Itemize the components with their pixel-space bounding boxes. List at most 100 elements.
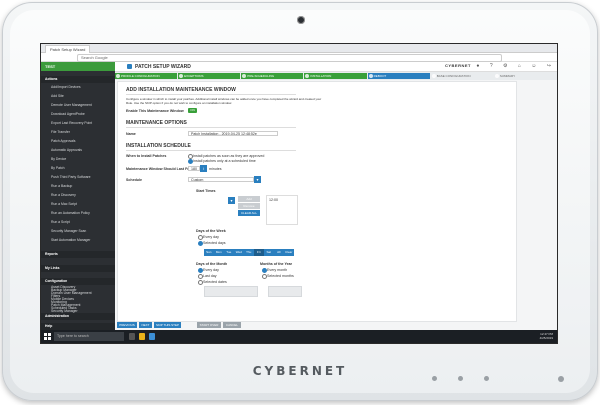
- when-label: When to Install Patches: [126, 154, 167, 158]
- next-button[interactable]: NEXT: [139, 322, 152, 328]
- wizard-step[interactable]: EXCEPTIONS: [178, 73, 241, 79]
- start-time-entry[interactable]: 12:00: [269, 198, 278, 202]
- step-indicator-icon: [368, 74, 373, 78]
- windows-start-icon[interactable]: [44, 333, 51, 340]
- step-indicator-icon: [305, 74, 310, 78]
- sidebar-action-item[interactable]: Start Automation Manager: [51, 238, 90, 243]
- cancel-button[interactable]: CANCEL: [223, 322, 241, 328]
- user-icon[interactable]: ☺: [531, 63, 536, 69]
- file-explorer-icon[interactable]: [139, 333, 145, 340]
- my-selected-text: Selected months: [267, 274, 294, 278]
- wizard-step-label: BASE CONFIGURATION: [436, 74, 471, 78]
- logout-icon[interactable]: ↪: [547, 63, 551, 69]
- sidebar-section-my-links[interactable]: My Links: [41, 265, 115, 272]
- hardware-button[interactable]: [432, 376, 437, 381]
- day-button[interactable]: Fri: [254, 249, 264, 256]
- page-header: PATCH SETUP WIZARD CYBERNET ● ? ⚙ ⌂ ☺ ↪: [115, 62, 557, 72]
- my-every-text: Every month: [267, 268, 288, 272]
- sidebar-logo[interactable]: TEST: [41, 62, 115, 71]
- wizard-step[interactable]: SUMMARY: [494, 73, 556, 79]
- browser-tab[interactable]: Patch Setup Wizard: [45, 45, 91, 53]
- sidebar-action-item[interactable]: Push Third Party Software: [51, 175, 91, 180]
- remove-time-button[interactable]: Remove: [238, 203, 260, 209]
- sidebar-action-item[interactable]: Run a Backup: [51, 184, 72, 189]
- sidebar-action-item[interactable]: Demote User Management: [51, 103, 92, 108]
- hardware-button[interactable]: [484, 376, 489, 381]
- screen: Patch Setup Wizard Search Google TEST Ac…: [40, 43, 558, 344]
- day-button[interactable]: Tue: [224, 249, 234, 256]
- taskbar-search[interactable]: Type here to search: [54, 332, 124, 341]
- browser-tab-strip: Patch Setup Wizard: [41, 44, 557, 53]
- hardware-button[interactable]: [458, 376, 463, 381]
- sidebar-section-reports[interactable]: Reports: [41, 251, 115, 258]
- enable-toggle[interactable]: ON: [188, 108, 197, 113]
- wizard-step[interactable]: PROFILE CONFIGURATION: [115, 73, 178, 79]
- schedule-select[interactable]: Custom: [188, 177, 254, 182]
- wizard-step-label: PRE-SCHEDULING: [247, 74, 275, 78]
- sidebar-action-item[interactable]: Export Last Recovery Point: [51, 121, 92, 126]
- browser-icon[interactable]: [149, 333, 155, 340]
- sidebar-action-item[interactable]: Run an Automation Policy: [51, 211, 90, 216]
- sidebar-action-item[interactable]: Run a Discovery: [51, 193, 76, 198]
- add-time-button[interactable]: Add: [238, 196, 260, 202]
- every-day-text: Every day: [203, 235, 219, 239]
- sidebar-action-item[interactable]: Run a Script: [51, 220, 70, 225]
- skip-step-button[interactable]: SKIP THIS STEP: [154, 322, 181, 328]
- day-button[interactable]: Sat: [264, 249, 274, 256]
- power-button[interactable]: [558, 376, 564, 382]
- start-over-button[interactable]: START OVER: [197, 322, 221, 328]
- sidebar-section-actions[interactable]: Actions: [41, 76, 115, 83]
- sidebar-section-administration[interactable]: Administration: [41, 313, 115, 320]
- when-scheduled-text: Install patches only at a scheduled time: [193, 159, 256, 163]
- sidebar-action-item[interactable]: Add Site: [51, 94, 64, 99]
- time-picker-button[interactable]: ▾: [228, 197, 235, 204]
- wizard-step[interactable]: PRE-SCHEDULING: [241, 73, 304, 79]
- wizard-content: ADD INSTALLATION MAINTENANCE WINDOW Conf…: [117, 81, 517, 322]
- sidebar-action-item[interactable]: Automatic Approvals: [51, 148, 82, 153]
- day-button[interactable]: Wed: [234, 249, 244, 256]
- sidebar-section-help[interactable]: Help: [41, 323, 115, 330]
- previous-button[interactable]: PREVIOUS: [117, 322, 137, 328]
- task-view-icon[interactable]: [129, 333, 135, 340]
- wizard-step[interactable]: REBOOT: [367, 73, 430, 79]
- wizard-footer: PREVIOUS NEXT SKIP THIS STEP START OVER …: [117, 321, 515, 329]
- duration-field[interactable]: 180: [188, 166, 200, 171]
- wizard-step[interactable]: BASE CONFIGURATION: [431, 73, 493, 79]
- sidebar-action-item[interactable]: Security Manager Scan: [51, 229, 86, 234]
- sidebar-action-item[interactable]: Run a Mac Script: [51, 202, 77, 207]
- days-of-month-label: Days of the Month: [196, 262, 228, 266]
- day-button[interactable]: Clear: [284, 249, 294, 256]
- start-times-list[interactable]: 12:00: [266, 195, 298, 225]
- wizard-step-label: INSTALLATION: [310, 74, 332, 78]
- name-label: Name: [126, 132, 136, 136]
- sidebar-action-item[interactable]: Download AgentProbe: [51, 112, 85, 117]
- sidebar-action-item[interactable]: By Device: [51, 157, 66, 162]
- sidebar-action-item[interactable]: File Transfer: [51, 130, 70, 135]
- tray-date: 4/25/2019: [539, 336, 553, 340]
- day-button[interactable]: Sun: [204, 249, 214, 256]
- gear-icon[interactable]: ⚙: [503, 63, 507, 69]
- day-button[interactable]: All: [274, 249, 284, 256]
- duration-stepper[interactable]: ↕: [200, 165, 207, 172]
- clear-all-times-button[interactable]: CLEAR ALL: [238, 210, 260, 216]
- section-title: ADD INSTALLATION MAINTENANCE WINDOW: [126, 87, 236, 93]
- wizard-step[interactable]: INSTALLATION: [304, 73, 367, 79]
- day-button[interactable]: Thu: [244, 249, 254, 256]
- home-icon[interactable]: ⌂: [518, 63, 521, 69]
- browser-address-bar: Search Google: [41, 53, 557, 62]
- step-indicator-icon: [431, 74, 436, 78]
- sidebar-action-item[interactable]: By Patch: [51, 166, 65, 171]
- address-field[interactable]: Search Google: [77, 54, 502, 62]
- step-indicator-icon: [116, 74, 120, 78]
- sidebar-action-item[interactable]: Patch Approvals: [51, 139, 76, 144]
- sidebar-action-item[interactable]: Add/Import Devices: [51, 85, 81, 90]
- help-icon[interactable]: ?: [490, 63, 493, 69]
- name-field[interactable]: Patch Installation - 2019-04-25 12:48:52…: [188, 131, 278, 136]
- bell-icon[interactable]: ●: [476, 63, 479, 69]
- when-asap-text: Install patches as soon as they are appr…: [193, 154, 265, 158]
- taskbar: Type here to search 12:47 PM 4/25/2019: [41, 330, 557, 343]
- chevron-down-icon[interactable]: ▾: [254, 176, 261, 183]
- sidebar-section-configuration[interactable]: Configuration: [41, 278, 115, 285]
- day-button[interactable]: Mon: [214, 249, 224, 256]
- step-indicator-icon: [242, 74, 247, 78]
